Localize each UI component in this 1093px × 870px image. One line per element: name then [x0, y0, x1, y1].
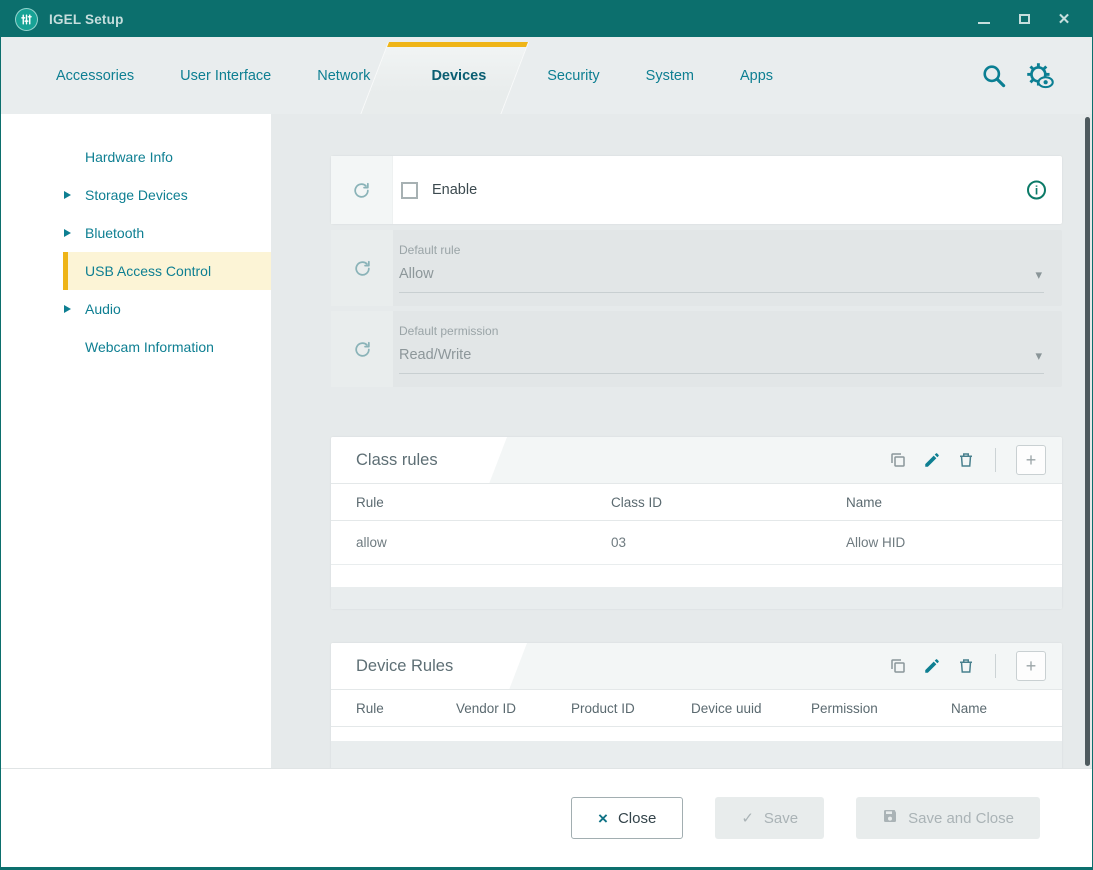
maximize-icon — [1019, 14, 1030, 24]
floppy-disk-icon — [882, 808, 898, 828]
device-rules-card: Device Rules — [331, 643, 1062, 769]
tab-security[interactable]: Security — [524, 37, 622, 114]
class-rules-header: Class rules — [331, 437, 1062, 483]
minimize-button[interactable] — [976, 11, 992, 27]
close-window-button[interactable]: ✕ — [1056, 11, 1072, 27]
sidebar-item-bluetooth[interactable]: Bluetooth — [63, 214, 271, 252]
expand-arrow-icon[interactable] — [64, 305, 71, 313]
settings-sidebar: Hardware Info Storage Devices Bluetooth … — [1, 114, 271, 769]
dropdown-caret-icon: ▾ — [1035, 267, 1042, 283]
field-label: Default permission — [399, 324, 1044, 338]
expand-arrow-icon[interactable] — [64, 191, 71, 199]
default-permission-field: Default permission Read/Write ▾ — [331, 311, 1062, 387]
vertical-scrollbar[interactable] — [1085, 117, 1090, 766]
search-icon[interactable] — [980, 62, 1007, 89]
class-rules-column-headers: Rule Class ID Name — [331, 483, 1062, 521]
save-and-close-button[interactable]: Save and Close — [856, 797, 1040, 839]
igel-setup-window: IGEL Setup ✕ Accessories User Interface … — [0, 0, 1093, 870]
delete-rule-icon[interactable] — [957, 657, 975, 675]
dropdown-caret-icon: ▾ — [1035, 348, 1042, 364]
sidebar-item-audio[interactable]: Audio — [63, 290, 271, 328]
reset-to-default-icon[interactable] — [331, 156, 393, 224]
expand-arrow-icon[interactable] — [64, 229, 71, 237]
class-rules-card: Class rules — [331, 437, 1062, 609]
enable-checkbox[interactable] — [401, 182, 418, 199]
info-icon[interactable]: i — [1027, 181, 1046, 200]
field-value: Read/Write — [399, 347, 1044, 363]
default-rule-dropdown[interactable]: Default rule Allow ▾ — [399, 238, 1044, 293]
card-footer-strip — [331, 587, 1062, 609]
reset-to-default-icon[interactable] — [331, 230, 393, 306]
close-button[interactable]: × Close — [571, 797, 683, 839]
footer-button-bar: × Close ✓ Save Save and Close — [1, 769, 1092, 867]
field-label: Default rule — [399, 243, 1044, 257]
field-value: Allow — [399, 266, 1044, 282]
tab-user-interface[interactable]: User Interface — [157, 37, 294, 114]
minimize-icon — [978, 22, 990, 24]
reset-to-default-icon[interactable] — [331, 311, 393, 387]
sidebar-item-storage-devices[interactable]: Storage Devices — [63, 176, 271, 214]
save-button[interactable]: ✓ Save — [715, 797, 824, 839]
default-rule-field: Default rule Allow ▾ — [331, 230, 1062, 306]
sidebar-item-webcam-information[interactable]: Webcam Information — [63, 328, 271, 366]
divider — [995, 654, 996, 678]
class-rules-title: Class rules — [356, 451, 438, 470]
device-rules-header: Device Rules — [331, 643, 1062, 689]
enable-setting-card: Enable i — [331, 156, 1062, 224]
divider — [995, 448, 996, 472]
title-bar: IGEL Setup ✕ — [1, 1, 1092, 37]
edit-rule-icon[interactable] — [923, 657, 941, 675]
tab-devices[interactable]: Devices — [393, 37, 524, 114]
main-tab-bar: Accessories User Interface Network Devic… — [1, 37, 1092, 114]
settings-gear-eye-icon[interactable] — [1025, 61, 1054, 90]
copy-rule-icon[interactable] — [889, 657, 907, 675]
tab-accessories[interactable]: Accessories — [33, 37, 157, 114]
maximize-button[interactable] — [1016, 11, 1032, 27]
add-class-rule-button[interactable]: + — [1016, 445, 1046, 475]
check-icon: ✓ — [741, 809, 754, 827]
default-permission-dropdown[interactable]: Default permission Read/Write ▾ — [399, 319, 1044, 374]
sidebar-item-usb-access-control[interactable]: USB Access Control — [63, 252, 271, 290]
enable-label: Enable — [432, 182, 477, 198]
copy-rule-icon[interactable] — [889, 451, 907, 469]
usb-access-control-panel: Enable i Default rule Allow ▾ — [271, 114, 1092, 769]
tab-system[interactable]: System — [623, 37, 717, 114]
igel-logo-icon — [15, 8, 38, 31]
window-title: IGEL Setup — [49, 12, 124, 27]
sidebar-item-hardware-info[interactable]: Hardware Info — [63, 138, 271, 176]
edit-rule-icon[interactable] — [923, 451, 941, 469]
card-footer-strip — [331, 741, 1062, 769]
device-rules-title: Device Rules — [356, 657, 453, 676]
device-rules-column-headers: Rule Vendor ID Product ID Device uuid Pe… — [331, 689, 1062, 727]
tab-apps[interactable]: Apps — [717, 37, 796, 114]
close-icon: ✕ — [1058, 12, 1071, 27]
delete-rule-icon[interactable] — [957, 451, 975, 469]
add-device-rule-button[interactable]: + — [1016, 651, 1046, 681]
close-x-icon: × — [598, 810, 608, 827]
class-rule-row[interactable]: allow 03 Allow HID — [331, 521, 1062, 565]
